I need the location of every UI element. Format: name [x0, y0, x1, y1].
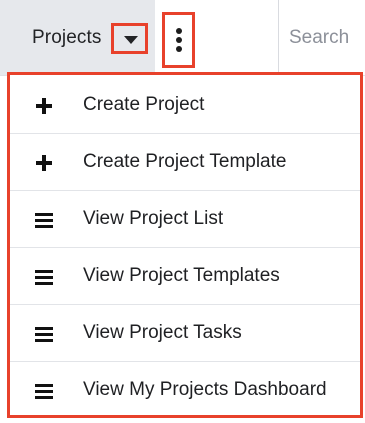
list-icon: [34, 268, 54, 286]
caret-down-icon: [124, 36, 138, 44]
kebab-dot: [176, 28, 182, 34]
search-input[interactable]: [289, 24, 365, 52]
menu-item-view-my-projects-dashboard[interactable]: View My Projects Dashboard: [10, 362, 360, 419]
navigation-bar: Projects: [0, 0, 365, 76]
menu-item-view-project-tasks[interactable]: View Project Tasks: [10, 305, 360, 362]
kebab-dot: [176, 37, 182, 43]
menu-item-create-project-template[interactable]: Create Project Template: [10, 134, 360, 191]
projects-dropdown-menu: Create Project Create Project Template V…: [7, 72, 363, 418]
menu-item-label: View My Projects Dashboard: [83, 379, 327, 400]
plus-icon: [34, 154, 54, 172]
menu-item-label: Create Project: [83, 94, 205, 115]
kebab-dot: [176, 46, 182, 52]
menu-item-view-project-templates[interactable]: View Project Templates: [10, 248, 360, 305]
menu-item-label: View Project Tasks: [83, 322, 242, 343]
kebab-vertical-icon: [176, 28, 182, 52]
list-icon: [34, 382, 54, 400]
menu-item-view-project-list[interactable]: View Project List: [10, 191, 360, 248]
projects-dropdown-button[interactable]: [111, 23, 148, 54]
list-icon: [34, 211, 54, 229]
menu-item-label: View Project Templates: [83, 265, 280, 286]
more-actions-button[interactable]: [162, 12, 195, 68]
tab-projects-label: Projects: [32, 27, 102, 48]
projects-menu-screen: Projects Create Project: [0, 0, 365, 423]
search-area: [278, 0, 365, 76]
tab-projects[interactable]: Projects: [0, 0, 155, 76]
menu-list: Create Project Create Project Template V…: [10, 77, 360, 419]
menu-item-create-project[interactable]: Create Project: [10, 77, 360, 134]
menu-item-label: View Project List: [83, 208, 224, 229]
menu-item-label: Create Project Template: [83, 151, 287, 172]
list-icon: [34, 325, 54, 343]
plus-icon: [34, 97, 54, 115]
